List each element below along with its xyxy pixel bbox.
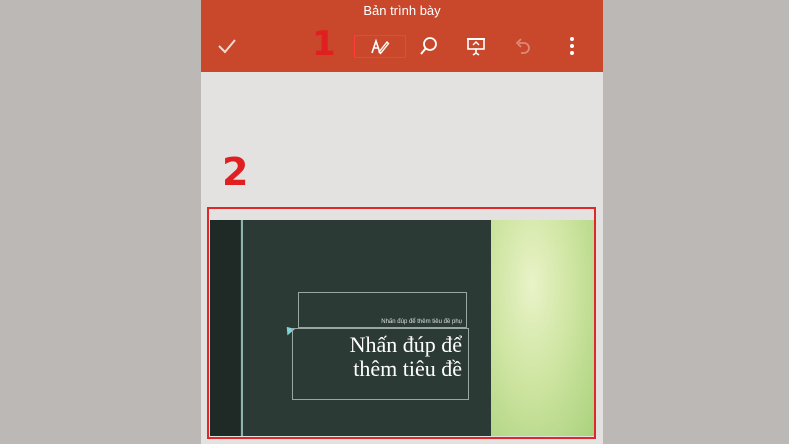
slide-highlight xyxy=(207,207,596,439)
document-title: Bản trình bày xyxy=(363,3,441,18)
app-toolbar: Bản trình bày 1 xyxy=(201,0,603,72)
phone-screen: Bản trình bày 1 2 Nhấn đúp để thêm tiêu … xyxy=(201,0,603,444)
step-1-label: 1 xyxy=(312,24,336,64)
more-options-button[interactable] xyxy=(556,30,588,62)
search-icon xyxy=(420,37,437,55)
undo-button[interactable] xyxy=(508,30,540,62)
undo-icon xyxy=(515,38,530,54)
done-button[interactable] xyxy=(211,30,243,62)
checkmark-icon xyxy=(218,39,236,54)
draw-button-highlight xyxy=(354,35,406,58)
more-vertical-icon xyxy=(570,37,574,55)
search-button[interactable] xyxy=(413,30,445,62)
presentation-icon xyxy=(467,38,485,56)
step-2-label: 2 xyxy=(222,150,249,194)
present-button[interactable] xyxy=(460,30,492,62)
